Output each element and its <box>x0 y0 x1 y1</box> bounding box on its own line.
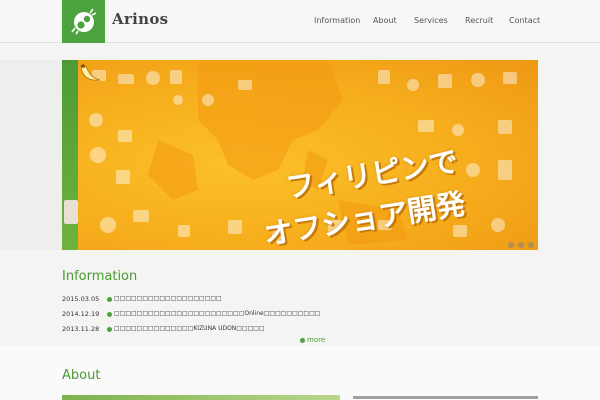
bullet-icon <box>107 327 112 332</box>
news-date: 2013.11.28 <box>62 325 100 333</box>
slider-gutter <box>0 60 62 250</box>
about-heading: About <box>62 368 101 383</box>
nav-recruit[interactable]: Recruit <box>465 16 493 25</box>
news-link[interactable]: □□□□□□□□□□□□□□□□□□□□□□□Online□□□□□□□□□□ <box>114 310 320 317</box>
logo[interactable] <box>62 0 105 43</box>
news-link[interactable]: □□□□□□□□□□□□□□□□□□□ <box>114 295 222 302</box>
slider-dot-2[interactable] <box>518 242 524 248</box>
bullet-icon <box>107 312 112 317</box>
brand-name[interactable]: Arinos <box>112 10 168 28</box>
previous-slide-image <box>64 200 78 224</box>
news-date: 2015.03.05 <box>62 295 100 303</box>
hero-banner[interactable]: フィリピンで オフショア開発 <box>78 60 538 250</box>
more-label[interactable]: more <box>307 336 325 344</box>
information-heading: Information <box>62 269 138 284</box>
slider-dot-1[interactable] <box>508 242 514 248</box>
about-text <box>353 396 538 399</box>
nav-about[interactable]: About <box>373 16 397 25</box>
nav-contact[interactable]: Contact <box>509 16 540 25</box>
bullet-icon <box>107 297 112 302</box>
more-link[interactable]: more <box>300 336 325 344</box>
news-link[interactable]: □□□□□□□□□□□□□□KIZUNA UDON□□□□□ <box>114 325 265 332</box>
ant-logo-icon <box>71 8 97 35</box>
nav-services[interactable]: Services <box>414 16 448 25</box>
nav-information[interactable]: Information <box>314 16 360 25</box>
slider-dot-3[interactable] <box>528 242 534 248</box>
banana-icon <box>80 64 101 81</box>
about-image <box>62 395 340 400</box>
news-date: 2014.12.19 <box>62 310 100 318</box>
site-header: Arinos Information About Services Recrui… <box>0 0 600 43</box>
more-icon <box>300 337 305 343</box>
